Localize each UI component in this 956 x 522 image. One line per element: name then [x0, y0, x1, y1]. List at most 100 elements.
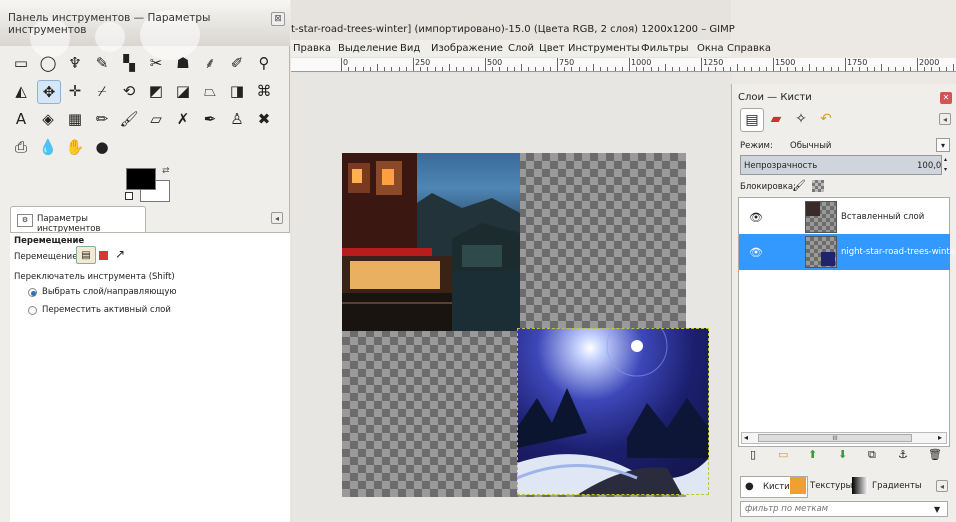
tab-tool-options[interactable]: ⚙ Параметры инструментов: [10, 206, 146, 234]
menu-item[interactable]: Изображение: [431, 43, 503, 54]
ruler-tick: [744, 67, 746, 71]
cage-icon[interactable]: ⌘: [253, 80, 275, 102]
blur-icon[interactable]: 💧: [37, 136, 59, 158]
menu-item[interactable]: Фильтры: [641, 43, 688, 54]
scroll-right-icon[interactable]: ▸: [938, 433, 942, 442]
tag-filter-input[interactable]: [740, 501, 948, 517]
dock-menu-icon[interactable]: ◂: [939, 113, 951, 125]
mode-select[interactable]: Обычный: [790, 141, 831, 151]
default-colors-icon[interactable]: [125, 192, 133, 200]
ruler-label: 0: [343, 58, 349, 67]
filter-dropdown-icon[interactable]: ▼: [934, 505, 940, 514]
shear-icon[interactable]: ◪: [172, 80, 194, 102]
ruler-tick: [679, 67, 681, 71]
dock-tabs: ▤ ▰ ✧ ↶: [738, 106, 953, 134]
toolbox-close-icon[interactable]: ⊠: [271, 12, 285, 26]
ellipse-select-icon[interactable]: ◯: [37, 52, 59, 74]
fuzzy-select-icon[interactable]: ✎: [91, 52, 113, 74]
radio-move-active-layer[interactable]: [28, 306, 37, 315]
move-selection-mode-button[interactable]: [99, 251, 108, 260]
bucket-fill-icon[interactable]: ◈: [37, 108, 59, 130]
foreground-select-icon[interactable]: ☗: [172, 52, 194, 74]
lock-alpha-icon[interactable]: [812, 180, 824, 192]
menu-item[interactable]: Цвет: [539, 43, 565, 54]
align-icon[interactable]: ✛: [64, 80, 86, 102]
dodge-burn-icon[interactable]: ●: [91, 136, 113, 158]
eye-icon[interactable]: 👁: [749, 246, 763, 259]
flip-icon[interactable]: ◨: [226, 80, 248, 102]
ruler-tick: [585, 67, 587, 71]
menu-item[interactable]: Выделение: [338, 43, 398, 54]
rect-select-icon[interactable]: ▭: [10, 52, 32, 74]
lower-layer-icon[interactable]: ⬇: [838, 448, 847, 461]
ink-icon[interactable]: ✒: [199, 108, 221, 130]
zoom-icon[interactable]: ⚲: [253, 52, 275, 74]
text-icon[interactable]: A: [10, 108, 32, 130]
airbrush-icon[interactable]: ✗: [172, 108, 194, 130]
layers-scrollbar-thumb[interactable]: III: [758, 434, 912, 442]
pencil-icon[interactable]: ✏: [91, 108, 113, 130]
menu-item[interactable]: Правка: [293, 43, 331, 54]
layer-thumbnail: [805, 236, 837, 268]
paths-icon[interactable]: ⸙: [199, 52, 221, 74]
free-select-icon[interactable]: ♆: [64, 52, 86, 74]
menu-item[interactable]: Справка: [727, 43, 771, 54]
tab-paths[interactable]: ✧: [790, 108, 812, 130]
menu-item[interactable]: Слой: [508, 43, 534, 54]
foreground-color-front[interactable]: [126, 168, 156, 190]
lock-pixels-icon[interactable]: 🖌: [792, 179, 806, 192]
layer-name[interactable]: Вставленный слой: [841, 212, 924, 222]
brushes-menu-icon[interactable]: ◂: [936, 480, 948, 492]
ruler-label: 1250: [703, 58, 724, 67]
move-path-mode-button[interactable]: ↗: [115, 247, 125, 261]
ruler-tick: [384, 67, 386, 71]
tab-menu-icon[interactable]: ◂: [271, 212, 283, 224]
menu-item[interactable]: Инструменты: [568, 43, 640, 54]
opacity-value[interactable]: 100,0: [917, 161, 941, 171]
menu-item[interactable]: Окна: [697, 43, 724, 54]
mode-dropdown-icon[interactable]: ▾: [936, 138, 950, 152]
crop-icon[interactable]: ⌿: [91, 80, 113, 102]
layer-name[interactable]: night-star-road-trees-winter.j: [841, 247, 956, 257]
layer-row-pasted[interactable]: 👁 Вставленный слой: [739, 199, 950, 235]
tab-layers[interactable]: ▤: [740, 108, 764, 132]
color-select-icon[interactable]: ▚: [118, 52, 140, 74]
smudge-icon[interactable]: ✋: [64, 136, 86, 158]
radio-pick-layer-label[interactable]: Выбрать слой/направляющую: [42, 287, 177, 297]
opacity-spinner[interactable]: ▴ ▾: [941, 155, 949, 175]
color-picker-icon[interactable]: ✐: [226, 52, 248, 74]
ruler-tick: [794, 67, 796, 71]
perspective-icon[interactable]: ⏢: [199, 80, 221, 102]
move-icon[interactable]: ✥: [37, 80, 61, 104]
anchor-layer-icon[interactable]: ⚓: [898, 448, 908, 461]
tab-channels[interactable]: ▰: [765, 108, 787, 130]
clone-icon[interactable]: ♙: [226, 108, 248, 130]
scroll-left-icon[interactable]: ◂: [744, 433, 748, 442]
rotate-icon[interactable]: ⟲: [118, 80, 140, 102]
duplicate-layer-icon[interactable]: ⧉: [868, 448, 876, 462]
raise-layer-icon[interactable]: ⬆: [808, 448, 817, 461]
swap-colors-icon[interactable]: ⇄: [162, 166, 170, 176]
delete-layer-icon[interactable]: 🗑: [928, 448, 942, 461]
dock-close-icon[interactable]: ✕: [940, 92, 952, 104]
radio-pick-layer[interactable]: [28, 288, 37, 297]
tab-gradients-label: Градиенты: [872, 481, 922, 491]
eraser-icon[interactable]: ▱: [145, 108, 167, 130]
heal-icon[interactable]: ✖: [253, 108, 275, 130]
new-layer-icon[interactable]: ▯: [750, 448, 756, 461]
menu-item[interactable]: Вид: [400, 43, 420, 54]
eye-icon[interactable]: 👁: [749, 211, 763, 224]
scissors-icon[interactable]: ✂: [145, 52, 167, 74]
perspective-clone-icon[interactable]: ⎙: [10, 136, 32, 158]
layer-row-base[interactable]: 👁 night-star-road-trees-winter.j: [739, 234, 956, 270]
radio-move-active-layer-label[interactable]: Переместить активный слой: [42, 305, 171, 315]
tab-undo[interactable]: ↶: [815, 108, 837, 130]
new-layer-group-icon[interactable]: ▭: [778, 448, 788, 461]
scale-icon[interactable]: ◩: [145, 80, 167, 102]
move-layer-mode-button[interactable]: ▤: [76, 246, 96, 264]
paintbrush-icon[interactable]: 🖌: [118, 108, 140, 130]
measure-icon[interactable]: ◭: [10, 80, 32, 102]
horizontal-ruler[interactable]: 0 250 500 750 1000 1250 1500 1750 2000: [291, 58, 956, 72]
pasted-layer-photo-town[interactable]: [342, 153, 520, 331]
blend-icon[interactable]: ▦: [64, 108, 86, 130]
